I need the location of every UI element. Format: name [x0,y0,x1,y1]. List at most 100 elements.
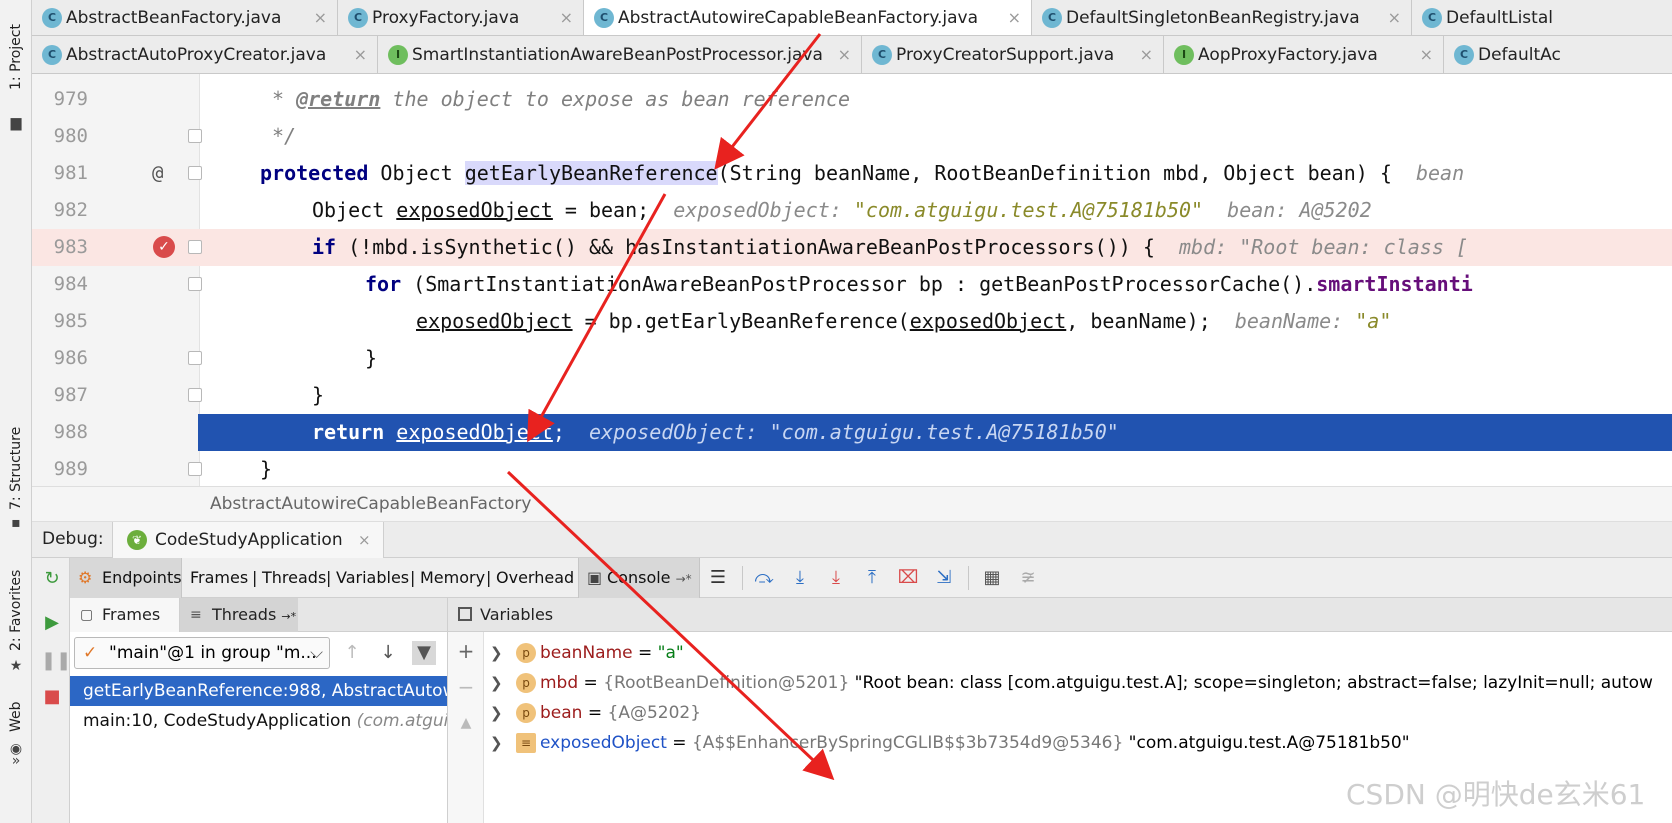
close-icon[interactable]: × [560,8,573,28]
move-up-icon[interactable]: ▲ [455,712,477,734]
arrow-down-icon[interactable]: ↓ [376,641,400,665]
override-marker-icon[interactable]: @ [152,155,163,192]
arrow-up-icon[interactable]: ↑ [340,641,364,665]
favorites-tool-button[interactable]: 2: Favorites ★ [0,565,32,680]
resume-icon[interactable]: ▶ [41,612,63,634]
tab-smart-instantiation-aware-bpp[interactable]: I SmartInstantiationAwareBeanPostProcess… [378,36,862,73]
console-icon: ▣ [587,568,603,587]
debug-session-tab[interactable]: ❦ CodeStudyApplication × [112,522,384,558]
debug-side-toolbar: ↻ ▶ ❚❚ ■ [32,558,71,823]
breakpoint-icon[interactable]: ✓ [153,236,175,258]
class-icon: C [872,44,892,65]
code-line-979: 979 * @return the object to expose as be… [32,81,1672,118]
menu-icon[interactable]: ☰ [706,566,730,590]
close-icon[interactable]: × [314,8,327,28]
breadcrumb-class[interactable]: AbstractAutowireCapableBeanFactory [210,494,531,514]
frame-item[interactable]: main:10, CodeStudyApplication (com.atgui… [70,706,447,736]
tab-label: AbstractBeanFactory.java [66,7,282,28]
tab-separator: | [326,568,332,587]
toolbar-separator [742,566,743,590]
fold-icon[interactable] [188,277,202,291]
tab-abstract-bean-factory[interactable]: C AbstractBeanFactory.java × [32,0,338,35]
stop-icon[interactable]: ■ [41,686,63,708]
structure-tool-label: 7: Structure [8,426,24,510]
close-icon[interactable]: × [838,45,851,65]
step-out-icon[interactable]: ⤒ [860,566,884,590]
trace-stream-icon[interactable]: ≆ [1016,566,1040,590]
line-number: 984 [53,273,88,295]
line-text: } [312,383,325,407]
tab-variables[interactable]: Variables [336,558,409,598]
variable-row[interactable]: ❯ p bean = {A@5202} [484,698,1672,728]
close-icon[interactable]: × [1388,8,1401,28]
spring-leaf-icon: ❦ [127,530,147,550]
tab-proxy-factory[interactable]: C ProxyFactory.java × [338,0,584,35]
fold-icon[interactable] [188,388,202,402]
thread-selector-row: ✓ "main"@1 in group "m... ⌵ ↑ ↓ ▼ [70,632,447,674]
tab-label: ProxyFactory.java [372,7,520,28]
tab-overhead[interactable]: Overhead [496,558,574,598]
code-line-982: 982 Object exposedObject = bean; exposed… [32,192,1672,229]
thread-select[interactable]: ✓ "main"@1 in group "m... ⌵ [74,637,330,669]
tab-threads-panel[interactable]: ≡ Threads →* [180,598,298,632]
structure-icon: ▪ [11,515,21,531]
variable-row[interactable]: ❯ p mbd = {RootBeanDefinition@5201} "Roo… [484,668,1672,698]
tab-label: AbstractAutowireCapableBeanFactory.java [618,7,979,28]
variable-row[interactable]: ❯ p beanName = "a" [484,638,1672,668]
fold-icon[interactable] [188,129,202,143]
tab-proxy-creator-support[interactable]: C ProxyCreatorSupport.java × [862,36,1164,73]
tab-default-aop[interactable]: C DefaultAc [1444,36,1672,73]
expand-arrow-icon[interactable]: ❯ [490,668,503,698]
frames-panel-tabs: ▢ Frames →* ≡ Threads →* [70,598,447,657]
more-tools-button[interactable]: » [0,752,32,772]
close-icon[interactable]: × [358,522,371,558]
expand-arrow-icon[interactable]: ❯ [490,638,503,668]
debug-toolbar: ⚙ Endpoints Frames | Threads | Variables… [70,558,1672,598]
code-line-987: 987 } [32,377,1672,414]
tab-abstract-autowire-capable-bean-factory[interactable]: C AbstractAutowireCapableBeanFactory.jav… [584,0,1032,35]
fold-icon[interactable] [188,240,202,254]
close-icon[interactable]: × [1140,45,1153,65]
force-step-into-icon[interactable]: ⤓ [824,566,848,590]
local-variable-icon: ≡ [516,733,536,753]
add-watch-icon[interactable]: + [455,640,477,662]
variable-row[interactable]: ❯ ≡ exposedObject = {A$$EnhancerBySpring… [484,728,1672,758]
rerun-icon[interactable]: ↻ [41,568,63,590]
code-editor[interactable]: 979 * @return the object to expose as be… [32,74,1672,486]
tab-aop-proxy-factory[interactable]: I AopProxyFactory.java × [1164,36,1444,73]
tab-threads[interactable]: Threads [262,558,326,598]
close-icon[interactable]: × [1008,8,1021,28]
tab-frames-panel[interactable]: ▢ Frames →* [70,598,180,657]
fold-icon[interactable] [188,166,202,180]
expand-arrow-icon[interactable]: ❯ [490,698,503,728]
fold-icon[interactable] [188,351,202,365]
run-to-cursor-icon[interactable]: ⇲ [932,566,956,590]
breadcrumb[interactable]: AbstractAutowireCapableBeanFactory [32,486,1672,522]
structure-tool-button[interactable]: 7: Structure ▪ [0,420,32,540]
fold-icon[interactable] [188,462,202,476]
tab-default-singleton-bean-registry[interactable]: C DefaultSingletonBeanRegistry.java × [1032,0,1412,35]
drop-frame-icon[interactable]: ⌧ [896,566,920,590]
expand-arrow-icon[interactable]: ❯ [490,728,503,758]
tab-endpoints[interactable]: ⚙ Endpoints [70,558,182,598]
line-text: exposedObject = bp.getEarlyBeanReference… [416,309,1392,333]
code-line-980: 980 */ [32,118,1672,155]
close-icon[interactable]: × [1420,45,1433,65]
project-tool-button[interactable]: 1: Project ▆ [0,20,32,130]
tab-default-listable[interactable]: C DefaultListal [1412,0,1672,35]
tab-abstract-auto-proxy-creator[interactable]: C AbstractAutoProxyCreator.java × [32,36,378,73]
chevron-down-icon: ⌵ [310,643,323,663]
step-over-icon[interactable]: ⤼ [752,566,776,590]
close-icon[interactable]: × [354,45,367,65]
evaluate-expression-icon[interactable]: ▦ [980,566,1004,590]
tab-frames[interactable]: Frames [190,558,248,598]
class-icon: C [42,44,62,65]
tab-console[interactable]: ▣ Console →* [578,558,700,598]
tab-memory[interactable]: Memory [420,558,485,598]
step-into-icon[interactable]: ⤓ [788,566,812,590]
remove-watch-icon[interactable]: − [455,676,477,698]
pause-icon[interactable]: ❚❚ [41,650,71,672]
frame-item[interactable]: getEarlyBeanReference:988, AbstractAutow… [70,676,447,706]
code-line-983-breakpoint: 983 ✓ if (!mbd.isSynthetic() && hasInsta… [32,229,1672,266]
filter-icon[interactable]: ▼ [412,641,436,665]
